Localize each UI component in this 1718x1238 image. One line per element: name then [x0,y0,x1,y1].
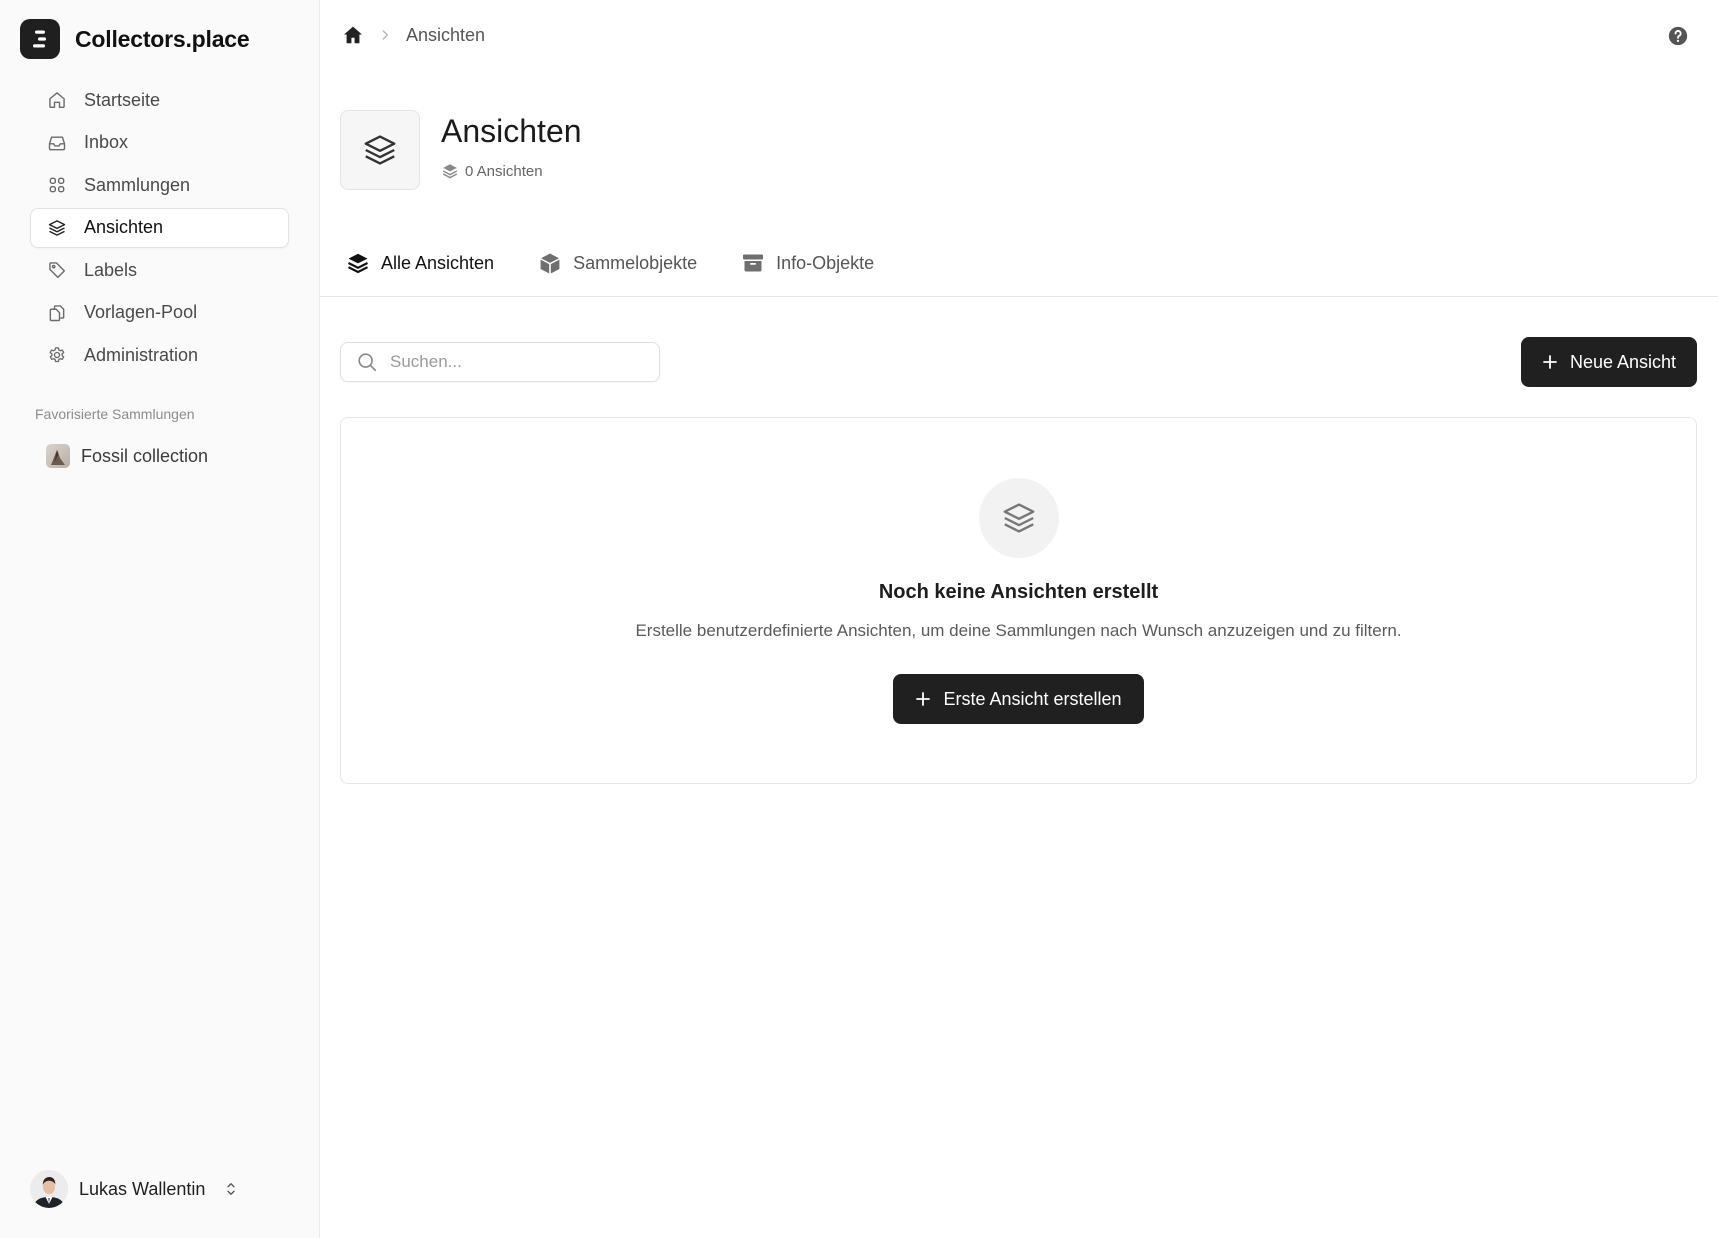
page-icon [340,110,420,190]
tag-icon [47,260,67,280]
sidebar-item-administration[interactable]: Administration [30,335,289,375]
new-view-button[interactable]: Neue Ansicht [1521,337,1697,387]
favorites-heading: Favorisierte Sammlungen [35,406,195,422]
sidebar-item-labels[interactable]: Labels [30,250,289,290]
empty-state: Noch keine Ansichten erstellt Erstelle b… [340,417,1697,784]
plus-icon [1542,354,1558,370]
tab-label: Info-Objekte [776,252,875,273]
grid-icon [47,175,67,195]
avatar [30,1170,68,1208]
page-title-group: Ansichten 0 Ansichten [441,110,582,190]
chevron-up-down-icon [222,1180,240,1198]
home-icon [47,90,67,110]
layers-icon [361,131,399,169]
empty-state-title: Noch keine Ansichten erstellt [878,581,1159,603]
views-count: 0 Ansichten [441,162,582,180]
views-count-label: 0 Ansichten [465,162,543,180]
sidebar-item-label: Vorlagen-Pool [84,302,198,322]
layers-filled-icon [346,251,370,275]
tab-alle-ansichten[interactable]: Alle Ansichten [346,240,494,286]
collection-thumbnail [46,444,70,468]
layers-icon [441,162,459,180]
empty-state-icon [979,478,1059,558]
tab-sammelobjekte[interactable]: Sammelobjekte [538,240,697,286]
archive-icon [741,251,765,275]
page-header: Ansichten 0 Ansichten [340,110,582,190]
breadcrumb-current[interactable]: Ansichten [406,25,485,46]
plus-icon [915,691,931,707]
layers-icon [1000,499,1038,537]
sidebar-item-label: Sammlungen [84,174,191,195]
sidebar-item-inbox[interactable]: Inbox [30,123,289,163]
gear-icon [47,345,67,365]
help-icon[interactable] [1667,25,1689,47]
sidebar-item-startseite[interactable]: Startseite [30,80,289,120]
sidebar-item-label: Inbox [84,132,129,152]
tab-label: Alle Ansichten [381,252,495,273]
create-first-view-label: Erste Ansicht erstellen [943,688,1122,709]
tab-info-objekte[interactable]: Info-Objekte [741,240,874,286]
search-icon [356,351,378,373]
tab-bar: Alle Ansichten Sammelobjekte Info-Objekt… [320,240,1718,297]
create-first-view-button[interactable]: Erste Ansicht erstellen [893,674,1144,724]
brand[interactable]: Collectors.place [20,19,250,59]
sidebar-item-sammlungen[interactable]: Sammlungen [30,165,289,205]
tab-label: Sammelobjekte [573,252,698,273]
user-menu[interactable]: Lukas Wallentin [30,1170,240,1208]
cube-icon [538,251,562,275]
user-name: Lukas Wallentin [79,1178,206,1199]
chevron-right-icon [378,28,392,42]
sidebar-nav: Startseite Inbox Sammlungen Ansichten La… [30,80,289,378]
breadcrumb: Ansichten [342,24,485,46]
main-content: Ansichten Ansichten 0 Ansichten Alle Ans… [320,0,1718,1238]
sidebar-item-label: Startseite [84,89,161,110]
home-icon[interactable] [342,24,364,46]
sidebar-item-vorlagen-pool[interactable]: Vorlagen-Pool [30,293,289,333]
brand-name: Collectors.place [75,25,250,52]
page-title: Ansichten [441,113,582,149]
search-input[interactable] [390,352,630,372]
sidebar-item-ansichten[interactable]: Ansichten [30,207,289,248]
new-view-label: Neue Ansicht [1569,351,1677,372]
sidebar-item-label: Administration [84,344,199,365]
sidebar: Collectors.place Startseite Inbox Sammlu… [0,0,320,1238]
layers-icon [47,218,67,238]
sidebar-item-label: Ansichten [84,217,164,237]
empty-state-description: Erstelle benutzerdefinierte Ansichten, u… [635,621,1402,640]
search-field[interactable] [340,342,660,382]
brand-logo-icon [20,19,60,59]
inbox-icon [47,133,67,153]
favorite-item-fossil-collection[interactable]: Fossil collection [30,436,289,476]
favorite-item-label: Fossil collection [81,445,209,466]
sidebar-item-label: Labels [84,259,138,280]
copy-icon [47,303,67,323]
